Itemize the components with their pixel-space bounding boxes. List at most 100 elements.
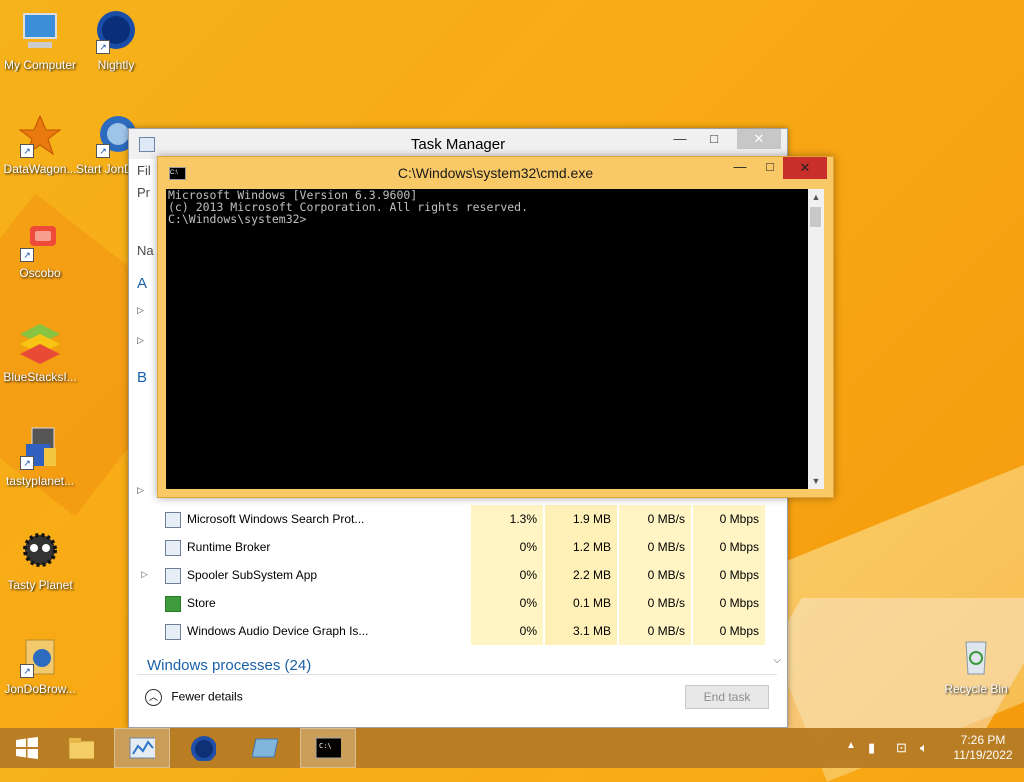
process-name: Runtime Broker [187, 540, 271, 554]
desktop-icon-my-computer[interactable]: My Computer [0, 10, 80, 72]
action-center-icon[interactable]: ▮ [868, 740, 875, 756]
desktop-icon-jondobrowser[interactable]: ↗ JonDoBrow... [0, 634, 80, 696]
task-manager-footer: ︿ Fewer details End task [137, 674, 777, 721]
tasty-planet-icon [18, 530, 62, 574]
menu-file-partial[interactable]: Fil [137, 163, 151, 178]
installer-icon: ↗ [18, 426, 62, 470]
desktop-icon-label: DataWagon... [3, 162, 77, 176]
shortcut-arrow-icon: ↗ [20, 248, 34, 262]
disk-cell: 0 MB/s [619, 617, 691, 645]
expand-icon[interactable]: ▷ [137, 485, 149, 496]
network-cell: 0 Mbps [693, 505, 765, 533]
browser-globe-icon: ↗ [94, 10, 138, 54]
cpu-cell: 0% [471, 533, 543, 561]
shortcut-arrow-icon: ↗ [96, 144, 110, 158]
shortcut-arrow-icon: ↗ [20, 456, 34, 470]
network-cell: 0 Mbps [693, 617, 765, 645]
expand-icon[interactable]: ▷ [141, 569, 148, 580]
table-row[interactable]: Store 0% 0.1 MB 0 MB/s 0 Mbps [137, 589, 779, 617]
desktop-icon-bluestacks[interactable]: BlueStacksI... [0, 322, 80, 384]
desktop-icon-tastyplanet-installer[interactable]: ↗ tastyplanet... [0, 426, 80, 488]
system-tray: ▲ ▮ ⊡ 🔈︎ 7:26 PM 11/19/2022 [824, 728, 1024, 768]
shortcut-arrow-icon: ↗ [96, 40, 110, 54]
memory-cell: 1.9 MB [545, 505, 617, 533]
group-apps-partial: A [137, 275, 148, 292]
process-list: Microsoft Windows Search Prot... 1.3% 1.… [137, 505, 779, 645]
desktop-icon-label: Recycle Bin [944, 682, 1008, 696]
console-output[interactable]: Microsoft Windows [Version 6.3.9600] (c)… [166, 189, 808, 489]
process-name: Spooler SubSystem App [187, 568, 318, 582]
column-name-partial[interactable]: Na [137, 243, 154, 258]
desktop-icon-label: tastyplanet... [5, 474, 75, 488]
disk-cell: 0 MB/s [619, 589, 691, 617]
minimize-button[interactable]: — [665, 129, 695, 149]
clock[interactable]: 7:26 PM 11/19/2022 [948, 733, 1018, 763]
cpu-cell: 0% [471, 589, 543, 617]
vertical-scrollbar[interactable]: ▲ ▼ [808, 189, 824, 489]
memory-cell: 0.1 MB [545, 589, 617, 617]
desktop-icon-label: Oscobo [19, 266, 61, 280]
datawagon-icon: ↗ [18, 114, 62, 158]
memory-cell: 1.2 MB [545, 533, 617, 561]
desktop-icon-tasty-planet[interactable]: Tasty Planet [0, 530, 80, 592]
close-button[interactable]: ✕ [783, 157, 827, 179]
clock-time: 7:26 PM [960, 733, 1006, 747]
volume-icon[interactable]: 🔈︎ [920, 740, 928, 756]
disk-cell: 0 MB/s [619, 561, 691, 589]
close-button[interactable]: ✕ [737, 129, 781, 149]
fewer-details-button[interactable]: ︿ Fewer details [145, 689, 243, 706]
expand-icon[interactable]: ▷ [137, 305, 149, 316]
chevron-up-icon: ︿ [145, 689, 162, 706]
show-hidden-icons-icon[interactable]: ▲ [846, 740, 856, 751]
svg-text:C:\: C:\ [319, 742, 332, 750]
table-row[interactable]: Windows Audio Device Graph Is... 0% 3.1 … [137, 617, 779, 645]
start-button[interactable] [0, 728, 56, 768]
process-icon [165, 624, 181, 640]
jondo-folder-icon: ↗ [18, 634, 62, 678]
scroll-up-icon[interactable]: ▲ [808, 189, 824, 205]
table-row[interactable]: ▷ Spooler SubSystem App 0% 2.2 MB 0 MB/s… [137, 561, 779, 589]
process-name: Microsoft Windows Search Prot... [187, 512, 365, 526]
chevron-down-icon[interactable]: ⌵ [773, 655, 781, 666]
taskbar-file-explorer[interactable] [54, 728, 110, 768]
network-icon[interactable]: ⊡ [896, 740, 907, 756]
console-prompt: C:\Windows\system32> [168, 212, 307, 226]
desktop-icon-nightly[interactable]: ↗ Nightly [76, 10, 156, 72]
oscobo-icon: ↗ [18, 218, 62, 262]
minimize-button[interactable]: — [725, 157, 755, 177]
fewer-details-label: Fewer details [171, 689, 243, 704]
recycle-bin-icon [954, 634, 998, 678]
process-name: Store [187, 596, 216, 610]
tab-processes-partial[interactable]: Pr [137, 185, 150, 200]
printer-icon [165, 568, 181, 584]
cmd-titlebar[interactable]: C:\ C:\Windows\system32\cmd.exe — □ ✕ [158, 157, 833, 189]
window-icon [252, 738, 278, 758]
folder-icon [68, 738, 94, 760]
process-icon [165, 540, 181, 556]
desktop-icon-datawagon[interactable]: ↗ DataWagon... [0, 114, 80, 176]
scroll-down-icon[interactable]: ▼ [808, 473, 824, 489]
maximize-button[interactable]: □ [699, 129, 729, 149]
expand-icon[interactable]: ▷ [137, 335, 149, 346]
network-cell: 0 Mbps [693, 589, 765, 617]
taskbar-cmd[interactable]: C:\ [300, 728, 356, 768]
process-name: Windows Audio Device Graph Is... [187, 624, 369, 638]
group-windows-processes: Windows processes (24) [147, 657, 312, 674]
desktop-icon-oscobo[interactable]: ↗ Oscobo [0, 218, 80, 280]
taskbar-nightly[interactable] [176, 728, 232, 768]
cmd-window[interactable]: C:\ C:\Windows\system32\cmd.exe — □ ✕ Mi… [157, 156, 834, 498]
group-background-partial: B [137, 369, 148, 386]
end-task-button[interactable]: End task [685, 685, 769, 709]
table-row[interactable]: Microsoft Windows Search Prot... 1.3% 1.… [137, 505, 779, 533]
shortcut-arrow-icon: ↗ [20, 144, 34, 158]
cpu-cell: 0% [471, 617, 543, 645]
scroll-thumb[interactable] [810, 207, 821, 227]
table-row[interactable]: Runtime Broker 0% 1.2 MB 0 MB/s 0 Mbps [137, 533, 779, 561]
desktop-icon-recycle-bin[interactable]: Recycle Bin [936, 634, 1016, 696]
taskbar-app[interactable] [238, 728, 294, 768]
maximize-button[interactable]: □ [755, 157, 785, 177]
desktop-icon-label: Nightly [97, 58, 135, 72]
disk-cell: 0 MB/s [619, 533, 691, 561]
taskbar-task-manager[interactable] [114, 728, 170, 768]
task-manager-titlebar[interactable]: Task Manager — □ ✕ [129, 129, 787, 159]
